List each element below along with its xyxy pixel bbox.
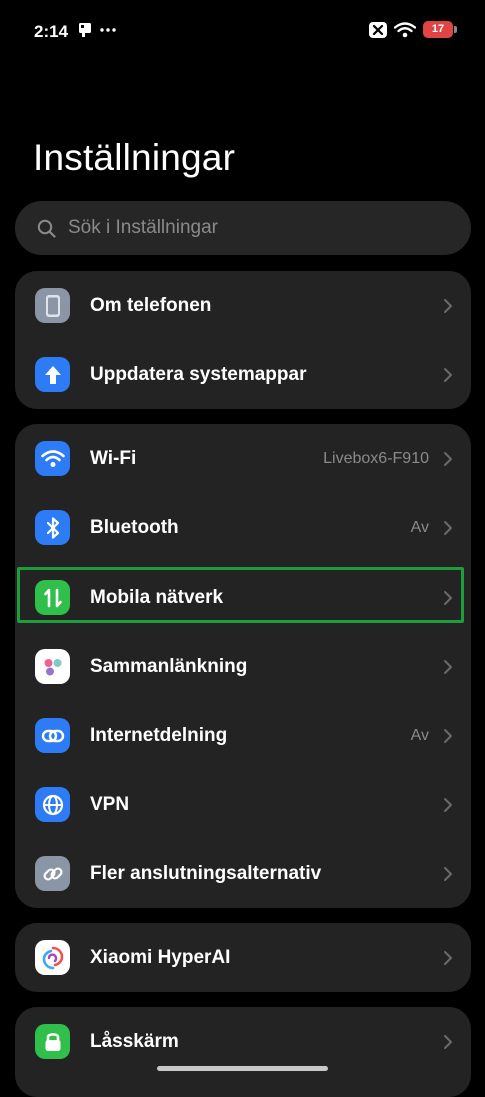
settings-item-fler-anslutningsalternativ[interactable]: Fler anslutningsalternativ <box>15 839 471 908</box>
settings-group-ai: Xiaomi HyperAI <box>15 923 471 992</box>
settings-item-label: Mobila nätverk <box>90 586 224 608</box>
settings-item-bluetooth[interactable]: Bluetooth Av <box>15 493 471 562</box>
settings-group-device: Om telefonen Uppdatera systemappar <box>15 271 471 409</box>
bluetooth-status: Av <box>410 518 429 536</box>
settings-item-wifi[interactable]: Wi-Fi Livebox6-F910 <box>15 424 471 493</box>
chevron-right-icon <box>444 659 452 674</box>
status-time: 2:14 <box>34 22 69 41</box>
settings-item-sammanlankning[interactable]: Sammanlänkning <box>15 632 471 701</box>
settings-item-label: Uppdatera systemappar <box>90 363 307 385</box>
settings-item-vpn[interactable]: VPN <box>15 770 471 839</box>
settings-item-label: Fler anslutningsalternativ <box>90 862 322 884</box>
settings-item-uppdatera-systemappar[interactable]: Uppdatera systemappar <box>15 340 471 409</box>
chevron-right-icon <box>444 451 452 466</box>
settings-item-label: Bluetooth <box>90 516 179 538</box>
home-indicator[interactable] <box>157 1066 328 1071</box>
phone-icon <box>35 288 70 323</box>
settings-group-connectivity: Wi-Fi Livebox6-F910 Bluetooth Av Mobila … <box>15 424 471 908</box>
settings-group-security: Låsskärm <box>15 1007 471 1097</box>
settings-item-label: Internetdelning <box>90 724 228 746</box>
chevron-right-icon <box>444 797 452 812</box>
interconnect-icon <box>35 649 70 684</box>
link-icon <box>35 856 70 891</box>
chevron-right-icon <box>444 520 452 535</box>
chevron-right-icon <box>444 1034 452 1049</box>
wifi-status-icon <box>394 21 416 37</box>
hotspot-icon <box>35 718 70 753</box>
settings-item-label: Sammanlänkning <box>90 655 248 677</box>
battery-indicator: 17 <box>423 21 457 38</box>
chevron-right-icon <box>444 590 452 605</box>
notification-app-icon <box>79 23 91 37</box>
chevron-right-icon <box>444 728 452 743</box>
wifi-icon <box>35 441 70 476</box>
settings-item-label: VPN <box>90 793 130 815</box>
settings-item-om-telefonen[interactable]: Om telefonen <box>15 271 471 340</box>
settings-item-mobila-natverk[interactable]: Mobila nätverk <box>15 563 471 632</box>
settings-item-label: Låsskärm <box>90 1030 179 1052</box>
status-notification-icons <box>78 22 116 38</box>
more-notifications-icon <box>100 28 116 32</box>
chevron-right-icon <box>444 866 452 881</box>
status-bar: 2:14 17 <box>0 0 485 62</box>
chevron-right-icon <box>444 298 452 313</box>
settings-item-label: Om telefonen <box>90 294 212 316</box>
hotspot-status: Av <box>410 726 429 744</box>
arrow-up-icon <box>35 357 70 392</box>
mobile-data-icon <box>35 580 70 615</box>
search-input[interactable]: Sök i Inställningar <box>15 201 471 255</box>
settings-item-label: Wi-Fi <box>90 447 137 469</box>
chevron-right-icon <box>444 367 452 382</box>
status-system-icons: 17 <box>369 21 457 38</box>
chevron-right-icon <box>444 950 452 965</box>
search-placeholder: Sök i Inställningar <box>68 217 218 238</box>
lock-icon <box>35 1024 70 1059</box>
settings-item-internetdelning[interactable]: Internetdelning Av <box>15 701 471 770</box>
page-title: Inställningar <box>33 137 236 178</box>
globe-icon <box>35 787 70 822</box>
wifi-network-name: Livebox6-F910 <box>323 449 429 467</box>
hyperai-icon <box>35 940 70 975</box>
bluetooth-icon <box>35 510 70 545</box>
settings-item-xiaomi-hyperai[interactable]: Xiaomi HyperAI <box>15 923 471 992</box>
search-icon <box>37 219 56 238</box>
settings-item-label: Xiaomi HyperAI <box>90 946 231 968</box>
no-sim-icon <box>369 21 387 38</box>
